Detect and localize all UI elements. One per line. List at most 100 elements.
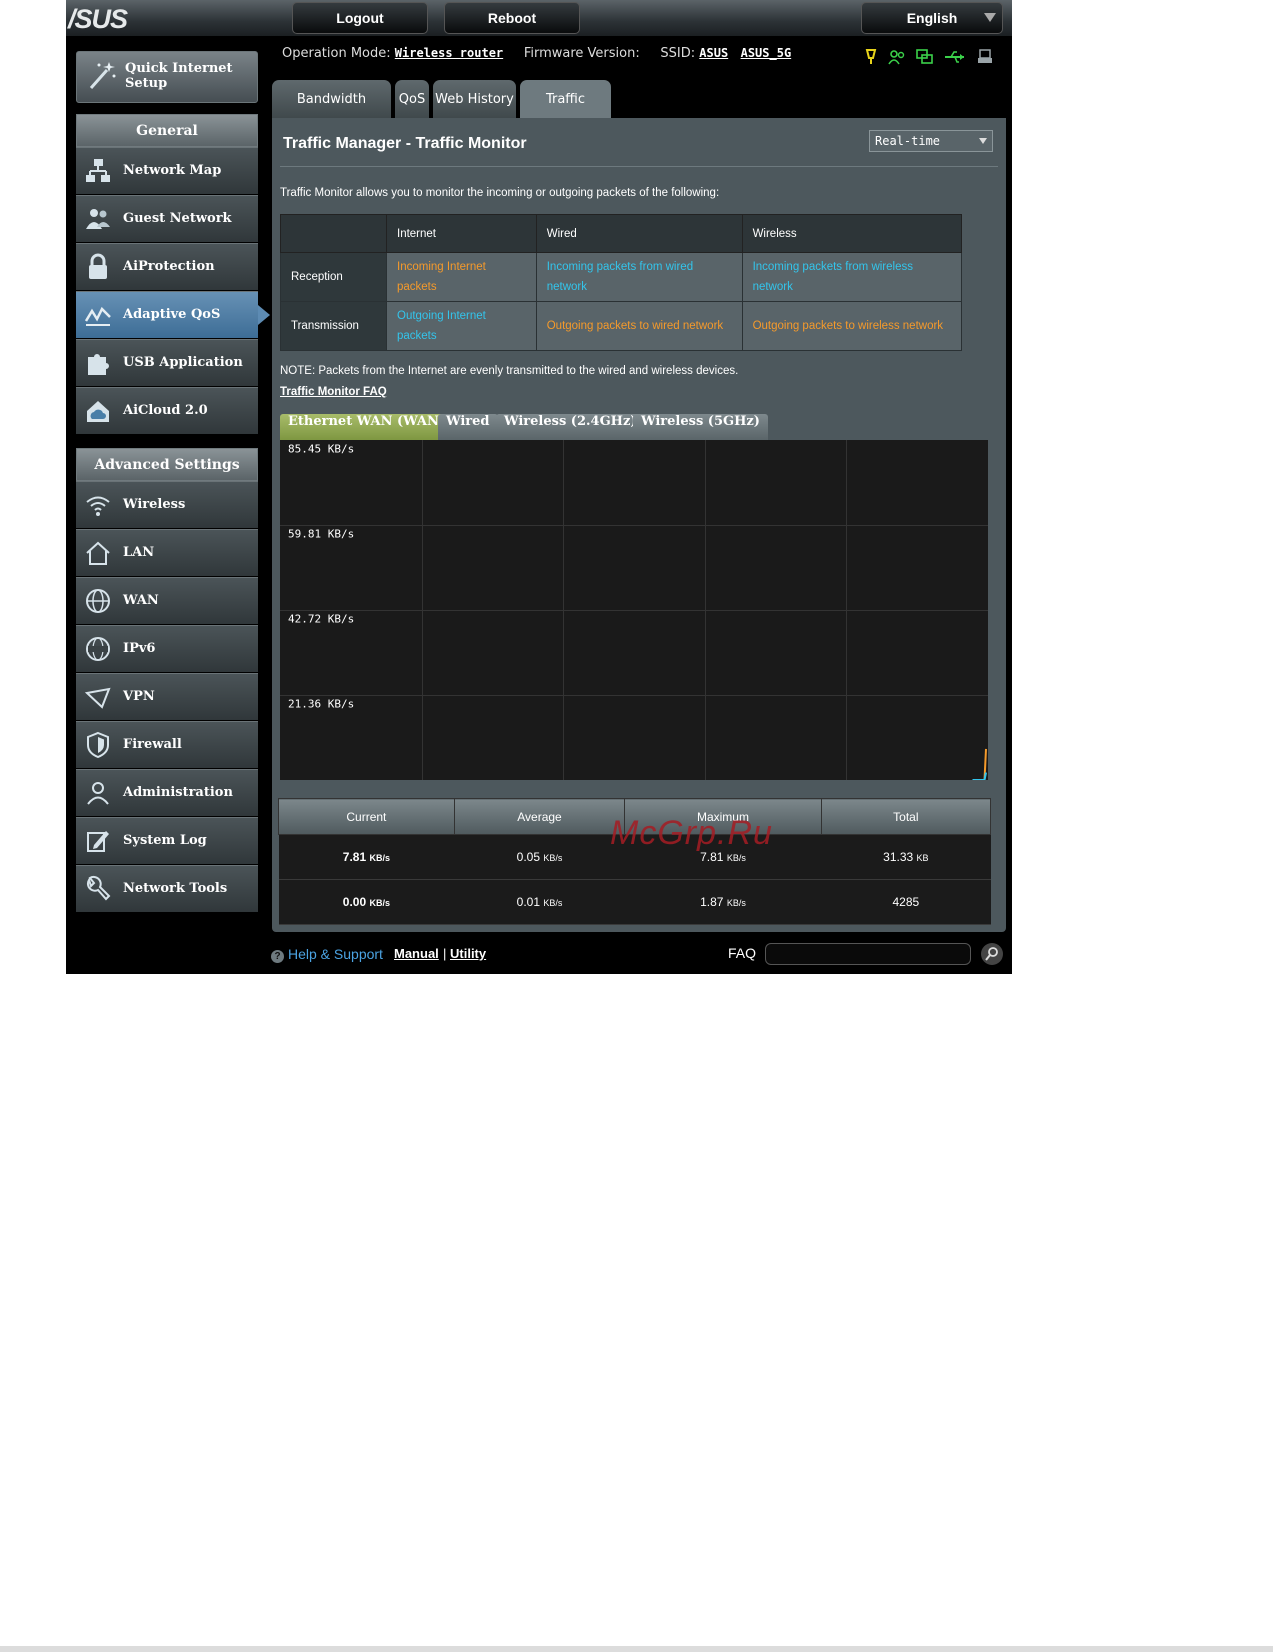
menu-item-firewall[interactable]: Firewall [76,721,258,768]
user-icon [87,782,109,805]
y-tick-label: 42.72 KB/s [288,613,354,626]
table-cell: Outgoing packets to wireless network [741,301,963,351]
status-icons [864,49,999,65]
tab-traffic-monitor[interactable]: Traffic Monitor [520,80,611,146]
tab-web-history[interactable]: Web History [433,80,516,119]
tab-bandwidth-monitor[interactable]: Bandwidth Monitor [272,80,391,146]
table-header: Wireless [741,214,963,253]
menu-item-ipv6[interactable]: IPv6 [76,625,258,672]
menu-item-guest-network[interactable]: Guest Network [76,195,258,242]
stats-cell-total: 31.33 KB [821,834,991,880]
divider [280,166,998,167]
tab-wired[interactable]: Wired [438,414,498,440]
users-icon[interactable] [888,49,906,65]
table-header: Internet [386,214,537,253]
tab-ethernet-wan[interactable]: Ethernet WAN (WAN) [280,414,454,440]
menu-item-administration[interactable]: Administration [76,769,258,816]
wrench-icon [86,875,111,901]
menu-item-lan[interactable]: LAN [76,529,258,576]
menu-label: Network Map [123,163,222,178]
y-tick-label: 21.36 KB/s [288,698,354,711]
chevron-down-icon [984,13,996,22]
unit: KB/s [543,853,563,863]
monitor-mode-select[interactable]: Real-time [869,130,993,152]
search-icon [985,947,998,961]
faq-label: FAQ [728,945,757,961]
tab-wireless-5ghz[interactable]: Wireless (5GHz) [633,414,768,440]
link-separator: | [443,946,447,961]
table-header [280,214,387,253]
language-select[interactable]: English [861,2,1003,34]
logout-button[interactable]: Logout [292,2,428,34]
house-icon [86,541,110,565]
stats-header: Current [278,798,455,835]
monitor-mode-value: Real-time [875,134,941,148]
cloud-house-icon [87,401,109,422]
lock-icon [89,253,107,279]
unit: KB [916,853,929,863]
quick-internet-setup-button[interactable]: Quick Internet Setup [76,51,258,103]
tab-qos[interactable]: QoS [395,80,429,119]
ssid-link-5g[interactable]: ASUS_5G [741,46,792,60]
operation-mode-link[interactable]: Wireless router [395,46,503,60]
intro-text: Traffic Monitor allows you to monitor th… [280,187,720,199]
menu-label: Firewall [123,737,182,752]
packet-types-table: Internet Wired Wireless Reception Incomi… [280,214,963,351]
stats-cell-current: 7.81 KB/s [278,834,455,880]
faq-search-input[interactable] [765,943,971,965]
menu-label: AiProtection [123,259,215,274]
help-icon: ? [271,950,284,963]
search-button[interactable] [981,943,1003,965]
info-bar: Operation Mode: Wireless router Firmware… [282,46,1002,68]
printer-icon[interactable] [977,49,993,65]
unit: KB/s [543,898,563,908]
tab-wireless-24ghz[interactable]: Wireless (2.4GHz) [496,414,645,440]
watermark: McGrp.Ru [610,814,773,852]
menu-item-wan[interactable]: WAN [76,577,258,624]
unit: KB/s [726,898,746,908]
menu-label: Network Tools [123,881,228,896]
series-line-0 [972,748,987,780]
page-bottom-border [0,1646,1273,1652]
utility-link[interactable]: Utility [450,946,486,961]
qis-label: Quick Internet Setup [125,61,233,91]
note-text: NOTE: Packets from the Internet are even… [280,365,739,377]
edit-log-icon [87,831,109,852]
menu-item-aicloud[interactable]: AiCloud 2.0 [76,387,258,434]
stats-cell-current: 0.00 KB/s [278,879,455,925]
general-header: General [76,114,258,147]
ssid-link-24g[interactable]: ASUS [699,46,728,60]
table-header: Wired [535,214,743,253]
row-label: Transmission [280,301,387,351]
ipv6-globe-icon [86,637,110,661]
asus-logo: /SUS [68,4,128,34]
page-title: Traffic Manager - Traffic Monitor [283,135,527,152]
menu-item-wireless[interactable]: Wireless [76,481,258,528]
menu-item-vpn[interactable]: VPN [76,673,258,720]
transmission-stats-row: 0.00 KB/s 0.01 KB/s 1.87 KB/s 4285 [278,879,991,925]
top-bar: /SUS Logout Reboot English [66,0,1012,36]
help-support-link[interactable]: ? Help & Support [271,946,383,963]
table-cell: Incoming packets from wireless network [741,252,963,302]
reboot-button[interactable]: Reboot [444,2,580,34]
menu-item-network-map[interactable]: Network Map [76,147,258,194]
lan-icon[interactable] [916,49,934,65]
manual-link[interactable]: Manual [394,946,439,961]
menu-item-adaptive-qos[interactable]: Adaptive QoS [76,291,270,338]
menu-item-network-tools[interactable]: Network Tools [76,865,258,912]
stats-cell-average: 0.05 KB/s [454,834,625,880]
menu-item-system-log[interactable]: System Log [76,817,258,864]
menu-item-aiprotection[interactable]: AiProtection [76,243,258,290]
y-tick-label: 85.45 KB/s [288,443,354,456]
help-label: Help & Support [288,946,383,962]
value: 0.00 [342,895,367,909]
menu-item-usb-application[interactable]: USB Application [76,339,258,386]
usb-icon[interactable] [944,49,966,65]
traffic-monitor-faq-link[interactable]: Traffic Monitor FAQ [280,386,387,398]
wifi-icon [86,496,110,516]
menu-label: IPv6 [123,641,156,656]
table-cell: Incoming packets from wired network [535,252,743,302]
stats-header: Average [453,798,626,835]
led-icon[interactable] [864,49,878,65]
table-cell: Outgoing packets to wired network [535,301,743,351]
